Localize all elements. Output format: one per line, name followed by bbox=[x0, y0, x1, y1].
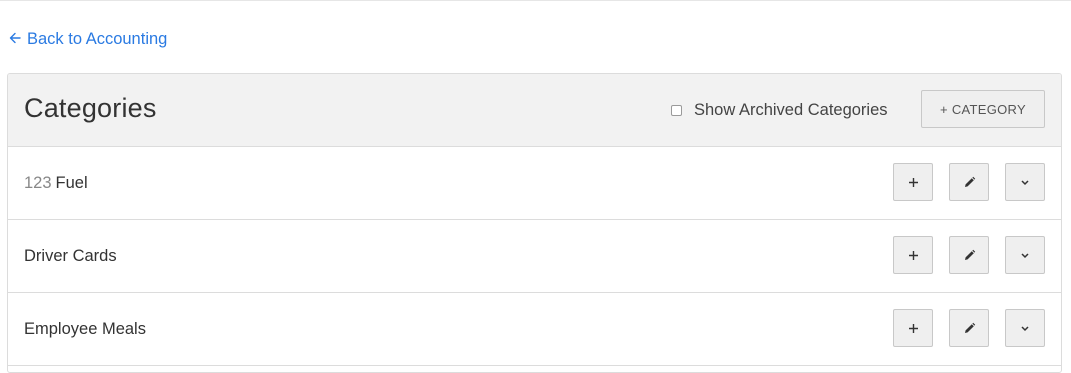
show-archived-label: Show Archived Categories bbox=[694, 100, 888, 119]
chevron-down-icon bbox=[1020, 252, 1030, 259]
plus-icon bbox=[908, 177, 919, 188]
back-to-accounting-link[interactable]: Back to Accounting bbox=[9, 29, 167, 49]
categories-panel: Categories Show Archived Categories + CA… bbox=[7, 73, 1062, 373]
chevron-down-icon bbox=[1020, 179, 1030, 186]
category-name: Driver Cards bbox=[24, 247, 117, 265]
category-row: Employee Meals bbox=[8, 293, 1061, 366]
category-row: Driver Cards bbox=[8, 220, 1061, 293]
pencil-icon bbox=[963, 249, 976, 262]
panel-header: Categories Show Archived Categories + CA… bbox=[8, 74, 1061, 147]
category-menu-button[interactable] bbox=[1005, 236, 1045, 274]
add-subcategory-button[interactable] bbox=[893, 309, 933, 347]
pencil-icon bbox=[963, 176, 976, 189]
plus-icon bbox=[908, 323, 919, 334]
category-code: 123 bbox=[24, 174, 52, 192]
back-link-label: Back to Accounting bbox=[27, 30, 168, 48]
category-name: Employee Meals bbox=[24, 320, 146, 338]
plus-icon bbox=[908, 250, 919, 261]
chevron-down-icon bbox=[1020, 325, 1030, 332]
show-archived-checkbox[interactable] bbox=[671, 104, 682, 116]
page-title: Categories bbox=[24, 93, 157, 123]
show-archived-toggle[interactable]: Show Archived Categories bbox=[671, 99, 888, 121]
arrow-left-icon bbox=[9, 29, 21, 49]
category-label: Driver Cards bbox=[24, 246, 117, 266]
category-row: 123 Fuel bbox=[8, 147, 1061, 220]
category-menu-button[interactable] bbox=[1005, 163, 1045, 201]
pencil-icon bbox=[963, 322, 976, 335]
category-label: Employee Meals bbox=[24, 319, 146, 339]
top-divider bbox=[0, 0, 1071, 1]
edit-category-button[interactable] bbox=[949, 309, 989, 347]
add-category-button[interactable]: + CATEGORY bbox=[921, 90, 1045, 128]
edit-category-button[interactable] bbox=[949, 163, 989, 201]
add-subcategory-button[interactable] bbox=[893, 236, 933, 274]
add-subcategory-button[interactable] bbox=[893, 163, 933, 201]
edit-category-button[interactable] bbox=[949, 236, 989, 274]
category-label: 123 Fuel bbox=[24, 173, 88, 193]
category-name: Fuel bbox=[55, 174, 88, 192]
category-menu-button[interactable] bbox=[1005, 309, 1045, 347]
